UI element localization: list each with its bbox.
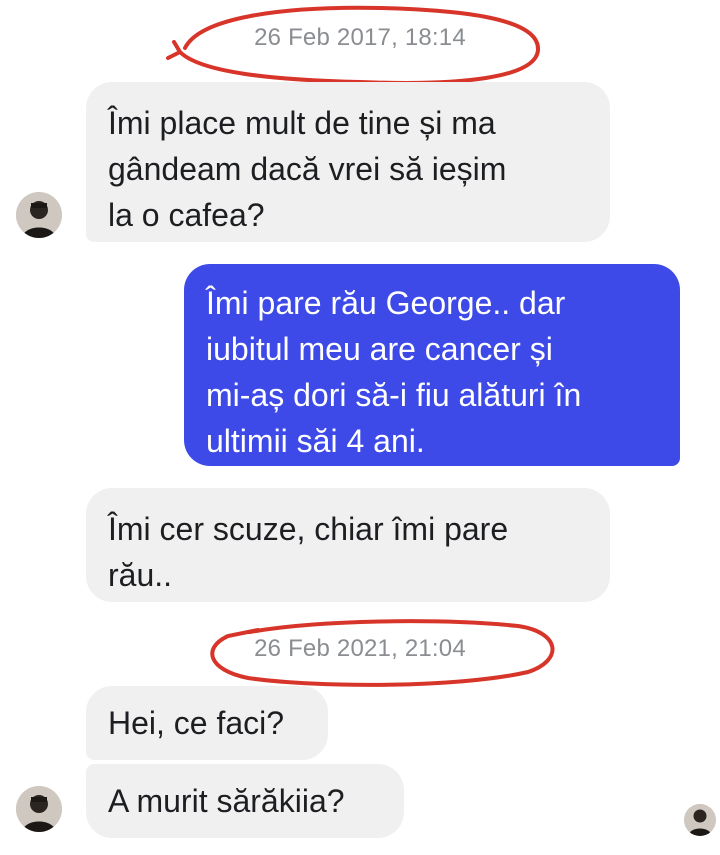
message-bubble-incoming[interactable]: Îmi place mult de tine și ma gândeam dac… bbox=[86, 82, 610, 242]
timestamp-1: 26 Feb 2017, 18:14 bbox=[254, 24, 466, 51]
message-bubble-incoming[interactable]: A murit sărăkiia? bbox=[86, 764, 404, 838]
message-bubble-incoming[interactable]: Îmi cer scuze, chiar îmi pare rău.. bbox=[86, 488, 610, 602]
seen-avatar-icon bbox=[684, 804, 716, 836]
chat-thread: 26 Feb 2017, 18:14 Îmi place mult de tin… bbox=[0, 0, 720, 855]
message-bubble-incoming[interactable]: Hei, ce faci? bbox=[86, 686, 328, 760]
contact-avatar-icon[interactable] bbox=[16, 192, 62, 238]
contact-avatar-icon[interactable] bbox=[16, 786, 62, 832]
timestamp-2: 26 Feb 2021, 21:04 bbox=[254, 635, 466, 662]
message-bubble-outgoing[interactable]: Îmi pare rău George.. dar iubitul meu ar… bbox=[184, 264, 680, 466]
